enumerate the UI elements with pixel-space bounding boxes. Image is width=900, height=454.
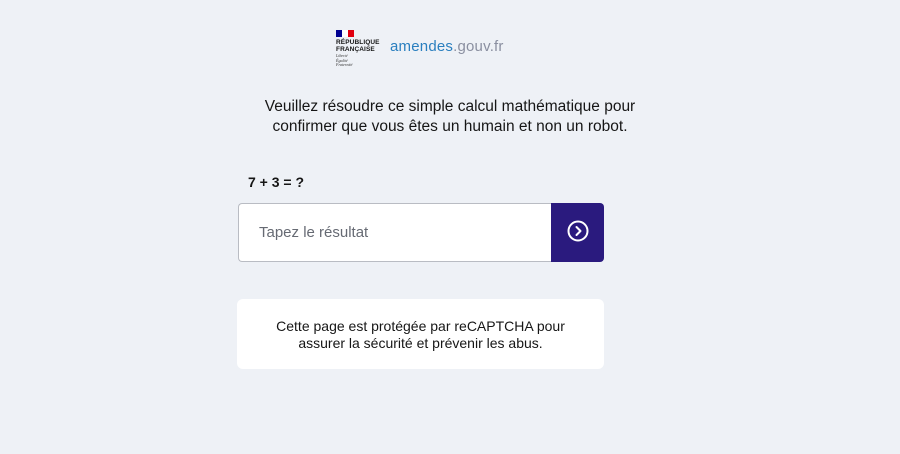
site-name: amendes.gouv.fr	[390, 38, 504, 55]
republic-name: RÉPUBLIQUE FRANÇAISE	[336, 39, 380, 53]
site-name-suffix: .gouv.fr	[453, 38, 504, 55]
french-flag-icon	[336, 30, 354, 37]
site-header: RÉPUBLIQUE FRANÇAISE Liberté Égalité Fra…	[336, 30, 504, 70]
devise: Liberté Égalité Fraternité	[336, 53, 353, 67]
instruction-line-1: Veuillez résoudre ce simple calcul mathé…	[264, 98, 636, 115]
captcha-instruction: Veuillez résoudre ce simple calcul mathé…	[200, 97, 700, 137]
recaptcha-line-1: Cette page est protégée par reCAPTCHA po…	[276, 318, 565, 334]
answer-input[interactable]	[238, 203, 551, 262]
math-question: 7 + 3 = ?	[248, 174, 305, 190]
submit-button[interactable]	[551, 203, 604, 262]
instruction-line-2: confirmer que vous êtes un humain et non…	[272, 118, 628, 135]
site-name-main: amendes	[390, 38, 454, 55]
republique-francaise-logo: RÉPUBLIQUE FRANÇAISE Liberté Égalité Fra…	[336, 30, 386, 70]
recaptcha-notice: Cette page est protégée par reCAPTCHA po…	[237, 299, 604, 369]
recaptcha-line-2: assurer la sécurité et prévenir les abus…	[298, 335, 543, 351]
captcha-page: RÉPUBLIQUE FRANÇAISE Liberté Égalité Fra…	[0, 0, 900, 454]
captcha-form	[238, 203, 604, 262]
chevron-right-circle-icon	[567, 220, 589, 245]
